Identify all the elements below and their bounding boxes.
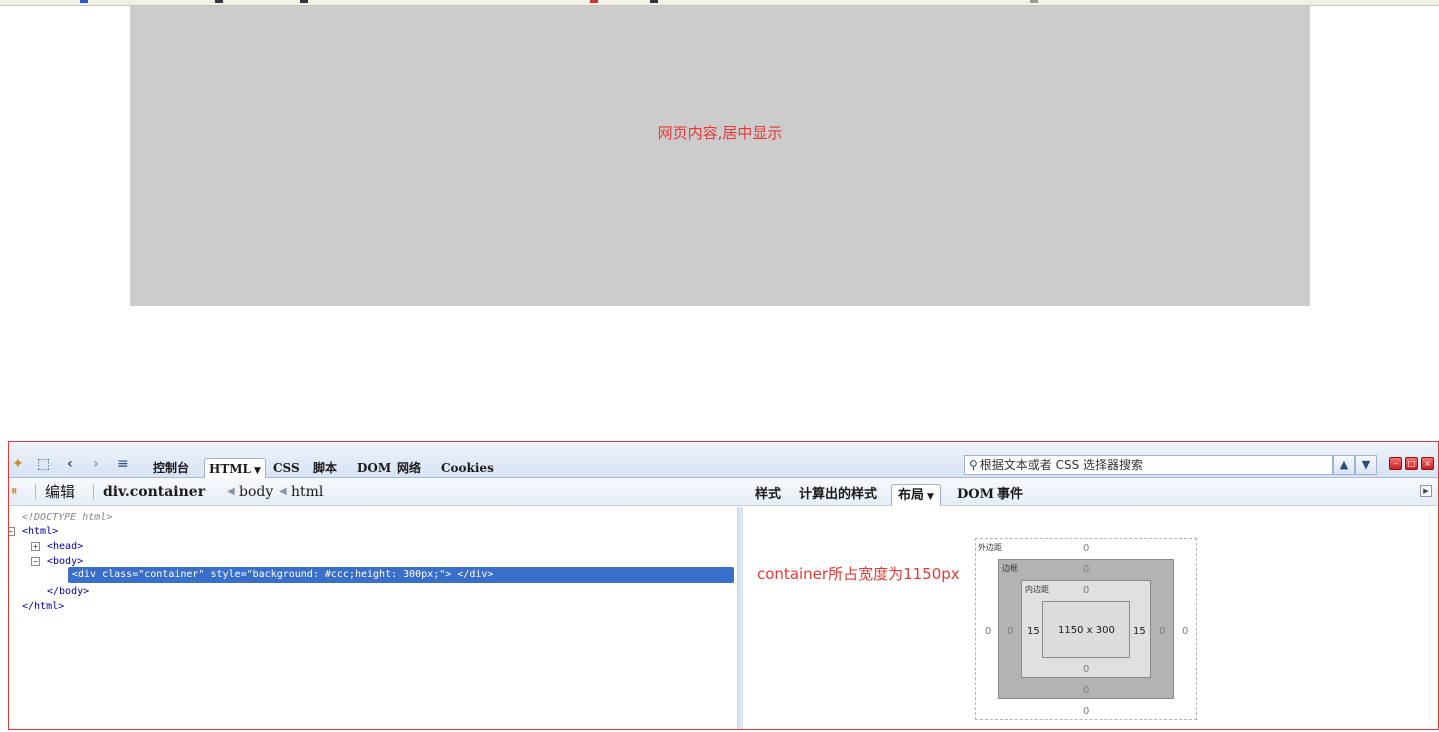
tab-script-label: 脚本 (313, 461, 338, 475)
divider (93, 484, 94, 500)
tree-head[interactable]: <head> (47, 539, 83, 554)
padding-label: 内边距 (1025, 585, 1049, 594)
breadcrumb-item-html[interactable]: html (291, 483, 323, 501)
divider (35, 484, 36, 500)
panel-splitter[interactable] (737, 507, 743, 729)
search-prev-button[interactable]: ▲ (1333, 455, 1355, 475)
tree-html-close: </html> (22, 599, 64, 614)
command-line-icon[interactable]: ≡ (117, 456, 129, 472)
breadcrumb-bar: ⏸ 编辑 div.container ◀ body ◀ html 样式 计算出的… (9, 478, 1438, 506)
tree-doctype: <!DOCTYPE html> (22, 510, 112, 525)
annotation-text: container所占宽度为1150px (757, 565, 960, 583)
collapse-icon[interactable]: − (31, 557, 40, 566)
head-tag: <head> (47, 541, 84, 552)
tab-html[interactable]: HTML ▼ (204, 458, 266, 478)
side-tab-computed[interactable]: 计算出的样式 (793, 484, 883, 506)
back-arrow-icon[interactable]: ‹ (67, 456, 73, 472)
margin-left-value[interactable]: 0 (985, 626, 991, 637)
chevron-down-icon: ▼ (927, 492, 934, 502)
tab-html-label: HTML (209, 462, 251, 476)
content-size-value: 1150 x 300 (1058, 625, 1115, 636)
margin-top-value[interactable]: 0 (1083, 543, 1089, 554)
body-close-tag: </body> (47, 586, 90, 597)
tab-dom[interactable]: DOM (353, 458, 395, 478)
tab-net[interactable]: 网络 (393, 458, 425, 478)
search-next-button[interactable]: ▼ (1355, 455, 1377, 475)
border-bottom-value[interactable]: 0 (1083, 685, 1089, 696)
html-close-tag: </html> (22, 601, 65, 612)
border-right-value[interactable]: 0 (1159, 626, 1165, 637)
firebug-toolbar: ✦ ⬚ ‹ › ≡ 控制台 HTML ▼ CSS 脚本 DOM 网络 Cookie… (9, 442, 1438, 478)
search-input[interactable]: ⚲ 根据文本或者 CSS 选择器搜索 (964, 455, 1333, 475)
border-label: 边框 (1002, 564, 1018, 573)
close-button[interactable]: × (1421, 457, 1434, 470)
tab-net-label: 网络 (397, 461, 422, 475)
side-tab-layout[interactable]: 布局 ▼ (891, 484, 941, 506)
expand-panel-icon[interactable]: ▶ (1420, 485, 1432, 497)
tree-html-open[interactable]: <html> (22, 524, 58, 539)
search-icon: ⚲ (969, 458, 978, 472)
html-open-tag: <html> (22, 526, 59, 537)
body-open-tag: <body> (47, 556, 84, 567)
margin-label: 外边距 (978, 543, 1002, 552)
tree-body-close: </body> (47, 584, 89, 599)
side-tab-computed-label: 计算出的样式 (799, 487, 878, 502)
padding-bottom-value[interactable]: 0 (1083, 664, 1089, 675)
side-tab-layout-label: 布局 (898, 488, 925, 503)
padding-right-value[interactable]: 15 (1133, 626, 1146, 637)
margin-bottom-value[interactable]: 0 (1083, 706, 1089, 717)
page-container: 网页内容,居中显示 (130, 6, 1310, 306)
side-tab-dom-label: DOM (957, 487, 994, 502)
chevron-down-icon: ▼ (254, 466, 261, 476)
tab-css[interactable]: CSS (269, 458, 304, 478)
firebug-logo-icon[interactable]: ✦ (12, 456, 24, 472)
breadcrumb-separator-icon: ◀ (227, 486, 235, 497)
minimize-button[interactable]: – (1389, 457, 1402, 470)
breadcrumb-item-div[interactable]: div.container (103, 483, 205, 501)
tab-css-label: CSS (273, 461, 300, 475)
firebug-panel: ✦ ⬚ ‹ › ≡ 控制台 HTML ▼ CSS 脚本 DOM 网络 Cookie… (8, 441, 1439, 730)
border-left-value[interactable]: 0 (1007, 626, 1013, 637)
tab-cookies-label: Cookies (441, 461, 494, 475)
expand-icon[interactable]: + (31, 542, 40, 551)
tab-console-label: 控制台 (153, 461, 190, 475)
tree-selected-node[interactable]: <div class="container" style="background… (68, 567, 734, 583)
padding-left-value[interactable]: 15 (1027, 626, 1040, 637)
side-tab-events-label: 事件 (997, 487, 1024, 502)
side-tab-events[interactable]: 事件 (991, 484, 1029, 506)
padding-top-value[interactable]: 0 (1083, 585, 1089, 596)
forward-arrow-icon[interactable]: › (93, 456, 99, 472)
layout-panel: container所占宽度为1150px 外边距 边框 内边距 0 0 0 0 … (744, 507, 1438, 729)
tab-console[interactable]: 控制台 (149, 458, 193, 478)
tab-cookies[interactable]: Cookies (437, 458, 498, 478)
selected-node-text: <div class="container" style="background… (72, 569, 494, 580)
breadcrumb-item-body[interactable]: body (239, 483, 273, 501)
breadcrumb-separator-icon: ◀ (279, 486, 287, 497)
break-on-mutate-icon[interactable]: ⏸ (11, 484, 18, 499)
detach-button[interactable]: □ (1405, 457, 1418, 470)
page-content-text: 网页内容,居中显示 (657, 124, 783, 142)
edit-button[interactable]: 编辑 (45, 483, 75, 501)
html-tree-panel: <!DOCTYPE html> − <html> + <head> − <bod… (9, 507, 737, 729)
tab-dom-label: DOM (357, 461, 392, 475)
margin-right-value[interactable]: 0 (1182, 626, 1188, 637)
inspect-element-icon[interactable]: ⬚ (37, 456, 50, 472)
search-placeholder: 根据文本或者 CSS 选择器搜索 (979, 458, 1144, 472)
collapse-icon[interactable]: − (9, 527, 15, 536)
doctype-text: <!DOCTYPE html> (22, 512, 113, 523)
border-top-value[interactable]: 0 (1083, 564, 1089, 575)
tab-script[interactable]: 脚本 (309, 458, 341, 478)
side-tab-style-label: 样式 (755, 487, 782, 502)
side-tab-style[interactable]: 样式 (749, 484, 787, 506)
